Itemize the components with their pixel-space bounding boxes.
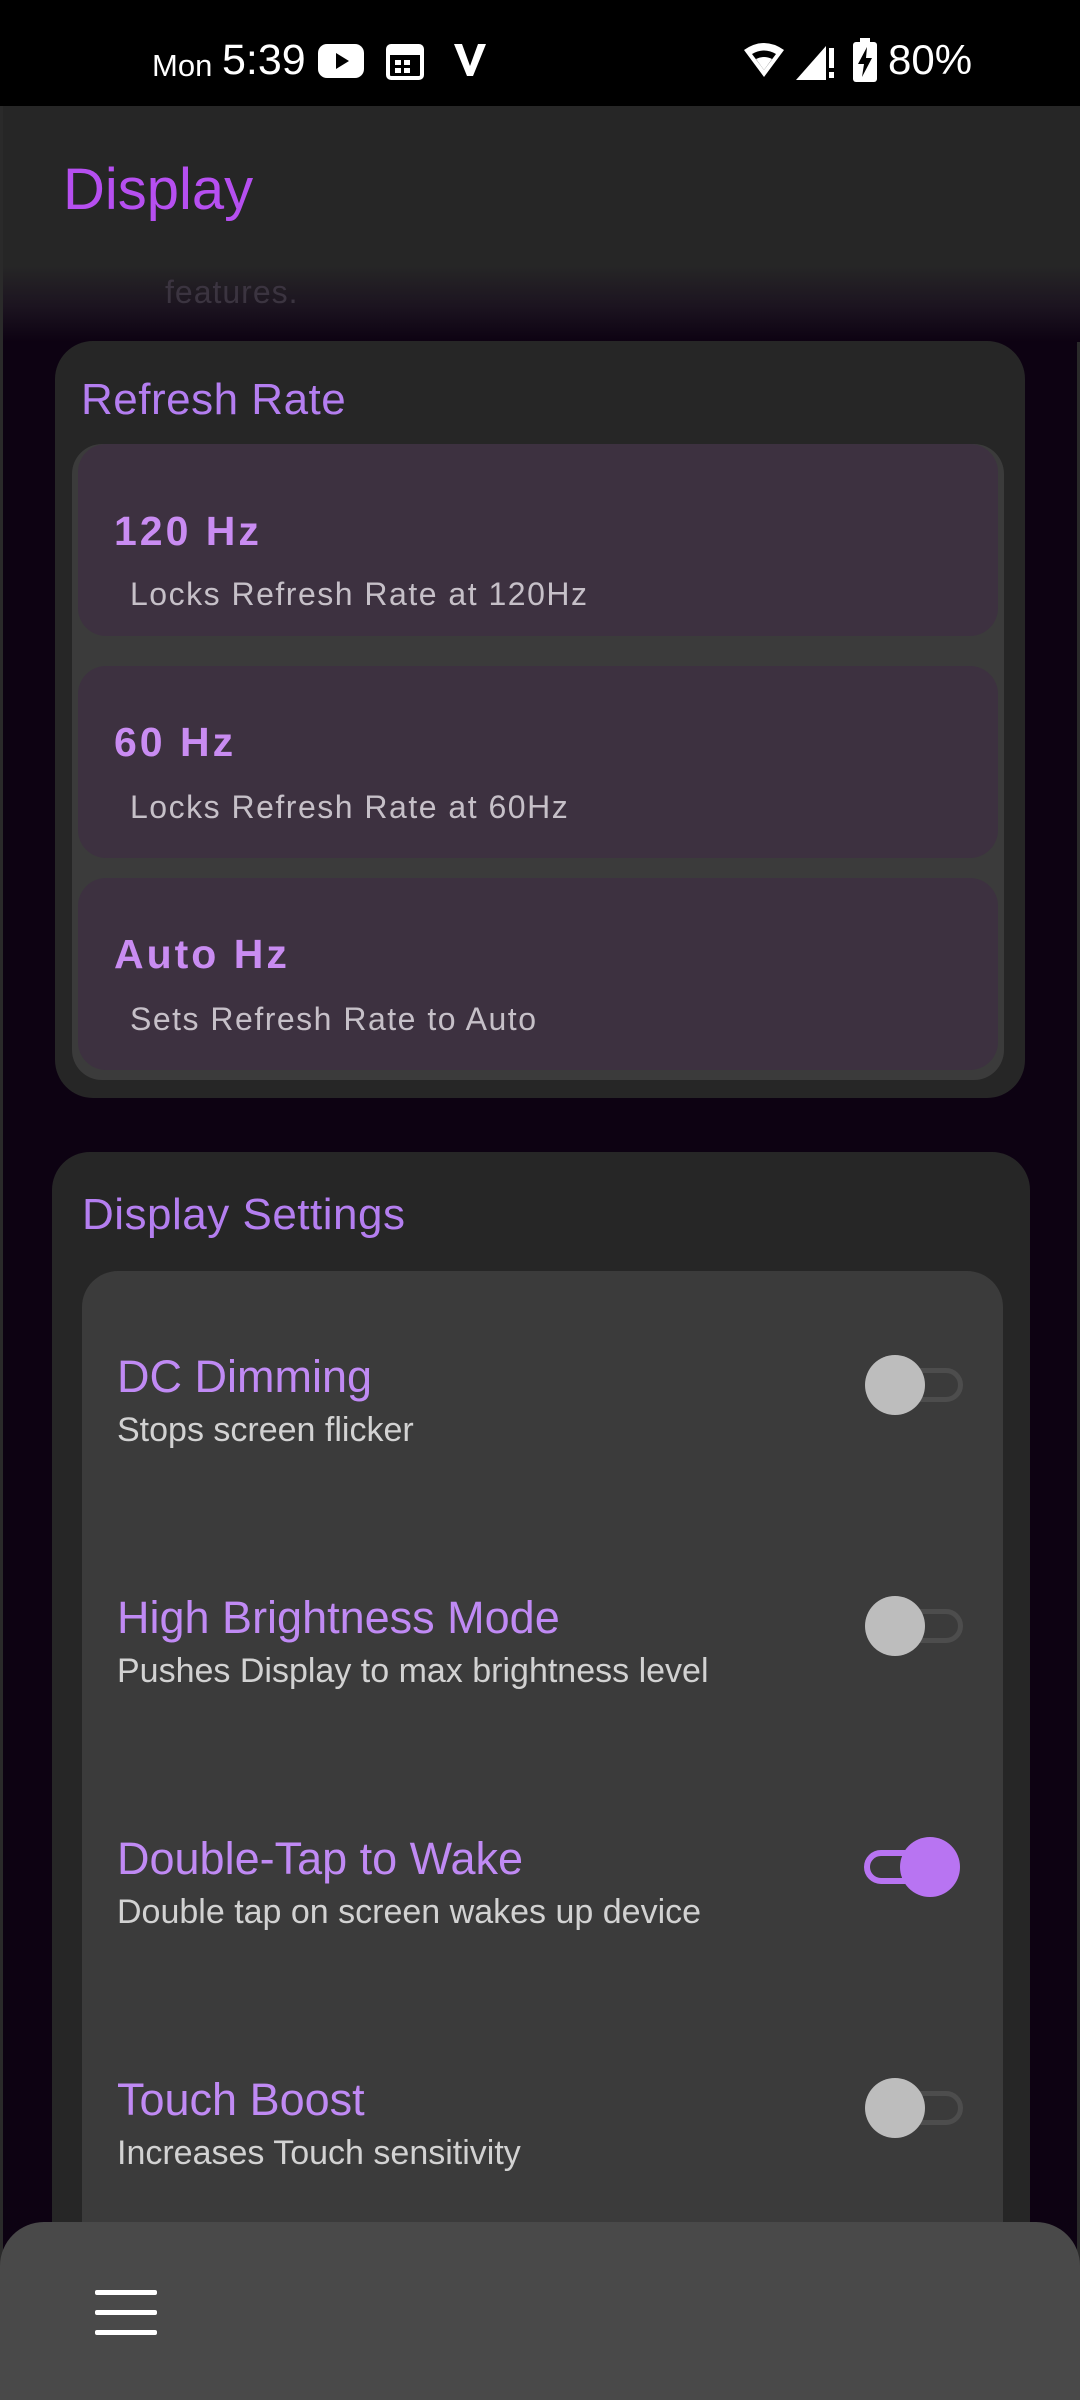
refresh-option-title: Auto Hz — [114, 931, 290, 977]
page-title: Display — [63, 157, 254, 222]
youtube-icon — [318, 44, 364, 78]
refresh-rate-options: 120 Hz Locks Refresh Rate at 120Hz 60 Hz… — [72, 444, 1004, 1080]
toggle-thumb — [865, 2078, 925, 2138]
double-tap-to-wake-toggle[interactable] — [854, 1835, 960, 1897]
status-time: 5:39 — [222, 36, 306, 84]
refresh-option-title: 120 Hz — [114, 508, 262, 554]
setting-high-brightness-mode: High Brightness Mode Pushes Display to m… — [82, 1592, 1003, 1742]
menu-icon[interactable] — [95, 2290, 157, 2338]
refresh-option-auto[interactable]: Auto Hz Sets Refresh Rate to Auto — [78, 878, 998, 1070]
refresh-rate-card: Refresh Rate 120 Hz Locks Refresh Rate a… — [55, 341, 1025, 1098]
calendar-icon — [386, 44, 424, 80]
refresh-option-desc: Locks Refresh Rate at 60Hz — [130, 789, 570, 825]
app-bar: Display features. — [3, 106, 1080, 342]
battery-percentage: 80% — [888, 36, 973, 83]
setting-desc: Stops screen flicker — [117, 1411, 414, 1449]
bottom-bar — [0, 2222, 1080, 2400]
toggle-thumb — [865, 1596, 925, 1656]
toggle-thumb — [900, 1837, 960, 1897]
setting-title: DC Dimming — [117, 1351, 373, 1402]
setting-title: Touch Boost — [117, 2074, 365, 2125]
dc-dimming-toggle[interactable] — [865, 1353, 965, 1415]
display-screen: Mon 5:39 80% Display features. Refresh R… — [0, 0, 1080, 2400]
setting-dc-dimming: DC Dimming Stops screen flicker — [82, 1351, 1003, 1501]
display-settings-card: Display Settings DC Dimming Stops screen… — [52, 1152, 1030, 2400]
touch-boost-toggle[interactable] — [865, 2076, 965, 2138]
wifi-icon — [744, 43, 784, 77]
toggle-thumb — [865, 1355, 925, 1415]
status-day: Mon — [152, 48, 213, 83]
refresh-rate-title: Refresh Rate — [81, 375, 347, 424]
refresh-option-120hz[interactable]: 120 Hz Locks Refresh Rate at 120Hz — [78, 444, 998, 636]
scrolled-description-text: features. — [165, 274, 299, 310]
setting-desc: Double tap on screen wakes up device — [117, 1893, 702, 1931]
v-app-icon — [454, 44, 486, 76]
signal-icon — [796, 46, 834, 80]
setting-touch-boost: Touch Boost Increases Touch sensitivity — [82, 2074, 1003, 2224]
refresh-option-desc: Locks Refresh Rate at 120Hz — [130, 576, 589, 612]
screen-edge-left — [0, 106, 3, 2400]
setting-title: High Brightness Mode — [117, 1592, 560, 1643]
battery-charging-icon — [853, 38, 877, 82]
setting-title: Double-Tap to Wake — [117, 1833, 524, 1884]
setting-desc: Pushes Display to max brightness level — [117, 1652, 709, 1690]
display-settings-title: Display Settings — [82, 1190, 406, 1239]
setting-double-tap-to-wake: Double-Tap to Wake Double tap on screen … — [82, 1833, 1003, 1983]
refresh-option-60hz[interactable]: 60 Hz Locks Refresh Rate at 60Hz — [78, 666, 998, 858]
refresh-option-desc: Sets Refresh Rate to Auto — [130, 1001, 538, 1037]
high-brightness-toggle[interactable] — [865, 1594, 965, 1656]
setting-desc: Increases Touch sensitivity — [117, 2134, 521, 2172]
refresh-option-title: 60 Hz — [114, 719, 237, 765]
status-bar: Mon 5:39 80% — [0, 0, 1080, 106]
